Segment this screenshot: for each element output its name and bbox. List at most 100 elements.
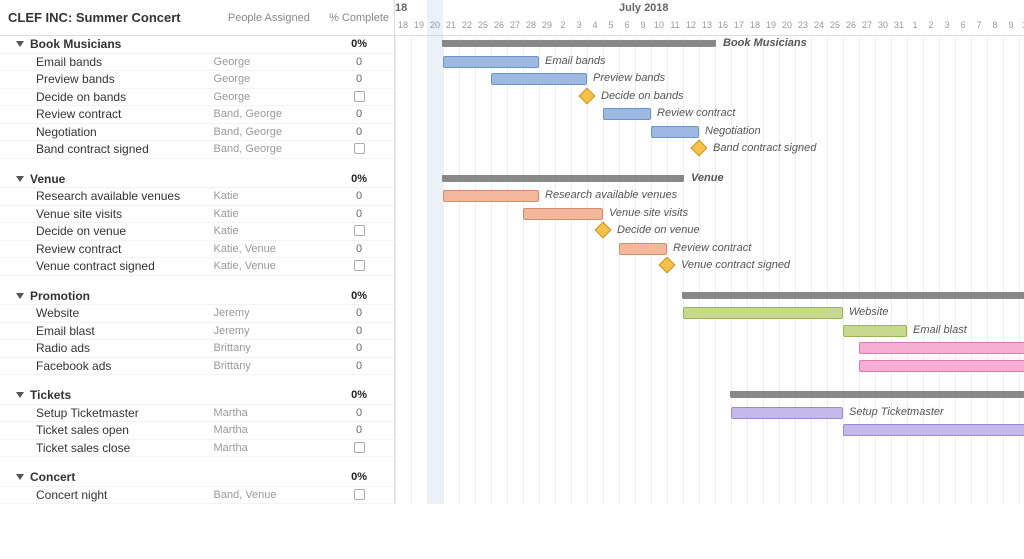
milestone-icon[interactable] — [659, 257, 676, 274]
task-row[interactable]: Ticket sales openMartha0 — [0, 422, 394, 440]
people-cell[interactable]: George — [210, 56, 325, 68]
task-row[interactable]: Review contractBand, George0 — [0, 106, 394, 124]
task-bar[interactable] — [603, 108, 651, 120]
pct-cell[interactable]: 0 — [324, 190, 394, 202]
task-bar[interactable] — [859, 360, 1024, 372]
milestone-icon[interactable] — [595, 222, 612, 239]
task-row[interactable]: Ticket sales closeMartha — [0, 440, 394, 458]
people-cell[interactable]: Band, George — [210, 143, 325, 155]
pct-cell[interactable]: 0 — [324, 307, 394, 319]
people-cell[interactable]: Brittany — [210, 360, 325, 372]
disclosure-triangle-icon[interactable] — [16, 41, 24, 47]
task-bar[interactable] — [731, 407, 843, 419]
task-row[interactable]: Venue contract signedKatie, Venue — [0, 258, 394, 276]
pct-cell[interactable]: 0 — [324, 108, 394, 120]
group-row[interactable]: Venue0% — [0, 171, 394, 189]
pct-cell[interactable]: 0 — [324, 243, 394, 255]
task-row[interactable]: NegotiationBand, George0 — [0, 124, 394, 142]
pct-cell[interactable]: 0% — [324, 290, 394, 302]
task-row[interactable]: WebsiteJeremy0 — [0, 305, 394, 323]
task-row[interactable]: Venue site visitsKatie0 — [0, 206, 394, 224]
people-cell[interactable]: Band, George — [210, 108, 325, 120]
group-row[interactable]: Tickets0% — [0, 387, 394, 405]
people-cell[interactable]: Jeremy — [210, 307, 325, 319]
disclosure-triangle-icon[interactable] — [16, 293, 24, 299]
summary-bar[interactable] — [443, 175, 683, 182]
col-people-header[interactable]: People Assigned — [209, 12, 324, 24]
group-row[interactable]: Concert0% — [0, 469, 394, 487]
pct-cell[interactable] — [324, 442, 394, 454]
checkbox-icon[interactable] — [354, 260, 365, 271]
task-bar[interactable] — [523, 208, 603, 220]
pct-cell[interactable]: 0% — [324, 471, 394, 483]
pct-cell[interactable] — [324, 260, 394, 272]
task-bar[interactable] — [443, 190, 539, 202]
pct-cell[interactable]: 0% — [324, 389, 394, 401]
pct-cell[interactable]: 0 — [324, 407, 394, 419]
people-cell[interactable]: Martha — [210, 442, 325, 454]
task-bar[interactable] — [619, 243, 667, 255]
people-cell[interactable]: Martha — [210, 407, 325, 419]
task-bar[interactable] — [491, 73, 587, 85]
task-row[interactable]: Email bandsGeorge0 — [0, 54, 394, 72]
task-bar[interactable] — [683, 307, 843, 319]
milestone-icon[interactable] — [579, 87, 596, 104]
people-cell[interactable]: Jeremy — [210, 325, 325, 337]
checkbox-icon[interactable] — [354, 225, 365, 236]
pct-cell[interactable] — [324, 225, 394, 237]
pct-cell[interactable]: 0 — [324, 325, 394, 337]
task-row[interactable]: Research available venuesKatie0 — [0, 188, 394, 206]
people-cell[interactable]: Katie — [210, 208, 325, 220]
people-cell[interactable]: Martha — [210, 424, 325, 436]
task-row[interactable]: Decide on venueKatie — [0, 223, 394, 241]
task-row[interactable]: Email blastJeremy0 — [0, 323, 394, 341]
disclosure-triangle-icon[interactable] — [16, 474, 24, 480]
task-row[interactable]: Decide on bandsGeorge — [0, 89, 394, 107]
task-row[interactable]: Band contract signedBand, George — [0, 141, 394, 159]
task-bar[interactable] — [859, 342, 1024, 354]
col-pct-header[interactable]: % Complete — [324, 12, 394, 24]
pct-cell[interactable]: 0 — [324, 126, 394, 138]
pct-cell[interactable]: 0 — [324, 342, 394, 354]
checkbox-icon[interactable] — [354, 143, 365, 154]
pct-cell[interactable]: 0 — [324, 208, 394, 220]
checkbox-icon[interactable] — [354, 442, 365, 453]
pct-cell[interactable]: 0 — [324, 73, 394, 85]
timeline-panel[interactable]: 18July 2018August 2018 18192021222526272… — [395, 0, 1024, 504]
pct-cell[interactable]: 0% — [324, 38, 394, 50]
summary-bar[interactable] — [683, 292, 1024, 299]
pct-cell[interactable]: 0 — [324, 56, 394, 68]
people-cell[interactable]: Katie — [210, 190, 325, 202]
task-row[interactable]: Review contractKatie, Venue0 — [0, 241, 394, 259]
people-cell[interactable]: Katie, Venue — [210, 243, 325, 255]
group-row[interactable]: Promotion0% — [0, 288, 394, 306]
pct-cell[interactable]: 0 — [324, 360, 394, 372]
summary-bar[interactable] — [731, 391, 1024, 398]
people-cell[interactable]: Band, Venue — [210, 489, 325, 501]
disclosure-triangle-icon[interactable] — [16, 176, 24, 182]
task-bar[interactable] — [651, 126, 699, 138]
pct-cell[interactable]: 0% — [324, 173, 394, 185]
people-cell[interactable]: Katie, Venue — [210, 260, 325, 272]
pct-cell[interactable] — [324, 143, 394, 155]
milestone-icon[interactable] — [691, 140, 708, 157]
task-bar[interactable] — [843, 325, 907, 337]
task-row[interactable]: Setup TicketmasterMartha0 — [0, 405, 394, 423]
summary-bar[interactable] — [443, 40, 715, 47]
task-row[interactable]: Facebook adsBrittany0 — [0, 358, 394, 376]
people-cell[interactable]: George — [210, 91, 325, 103]
task-row[interactable]: Concert nightBand, Venue — [0, 487, 394, 505]
pct-cell[interactable] — [324, 489, 394, 501]
people-cell[interactable]: Katie — [210, 225, 325, 237]
people-cell[interactable]: Brittany — [210, 342, 325, 354]
disclosure-triangle-icon[interactable] — [16, 392, 24, 398]
group-row[interactable]: Book Musicians0% — [0, 36, 394, 54]
checkbox-icon[interactable] — [354, 91, 365, 102]
task-bar[interactable] — [843, 424, 1024, 436]
task-row[interactable]: Preview bandsGeorge0 — [0, 71, 394, 89]
checkbox-icon[interactable] — [354, 489, 365, 500]
people-cell[interactable]: Band, George — [210, 126, 325, 138]
task-bar[interactable] — [443, 56, 539, 68]
task-row[interactable]: Radio adsBrittany0 — [0, 340, 394, 358]
people-cell[interactable]: George — [210, 73, 325, 85]
